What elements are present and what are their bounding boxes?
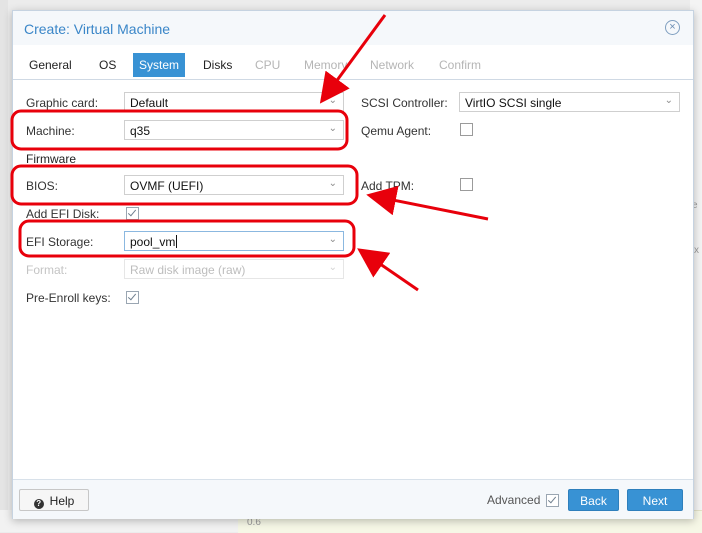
chevron-down-icon: ⌄ <box>328 262 337 273</box>
pre-enroll-keys-label: Pre-Enroll keys: <box>26 291 111 305</box>
create-vm-dialog: Create: Virtual Machine × General OS Sys… <box>12 10 694 519</box>
bios-select[interactable]: OVMF (UEFI) ⌄ <box>124 175 344 195</box>
help-button[interactable]: ? Help <box>19 489 89 511</box>
tab-system[interactable]: System <box>133 53 186 77</box>
chevron-down-icon[interactable]: ⌄ <box>329 123 337 134</box>
dialog-title: Create: Virtual Machine <box>24 21 171 37</box>
format-select: Raw disk image (raw) ⌄ <box>124 259 344 279</box>
chevron-down-icon[interactable]: ⌄ <box>329 178 337 189</box>
scsi-controller-select[interactable]: VirtIO SCSI single ⌄ <box>459 92 680 112</box>
tab-memory: Memory <box>304 58 348 72</box>
graphic-card-value: Default <box>130 96 169 110</box>
tab-os[interactable]: OS <box>93 54 122 76</box>
format-label: Format: <box>26 263 68 277</box>
advanced-label: Advanced <box>487 493 541 507</box>
dialog-titlebar: Create: Virtual Machine × <box>13 11 693 45</box>
next-button[interactable]: Next <box>627 489 683 511</box>
graphic-card-select[interactable]: Default ⌄ <box>124 92 344 112</box>
help-button-label: Help <box>49 494 75 508</box>
background-edge-letter: x <box>694 245 699 256</box>
machine-value: q35 <box>130 124 151 138</box>
add-tpm-checkbox[interactable] <box>460 178 473 191</box>
tab-cpu: CPU <box>255 58 281 72</box>
bios-label: BIOS: <box>26 179 59 193</box>
machine-select[interactable]: q35 ⌄ <box>124 120 344 140</box>
wizard-tabs: General OS System Disks CPU Memory Netwo… <box>13 45 693 80</box>
qemu-agent-label: Qemu Agent: <box>361 124 432 138</box>
efi-storage-select[interactable]: pool_vm ⌄ <box>124 231 344 251</box>
back-button[interactable]: Back <box>568 489 619 511</box>
chevron-down-icon[interactable]: ⌄ <box>665 95 673 106</box>
add-tpm-label: Add TPM: <box>361 179 415 193</box>
tab-disks[interactable]: Disks <box>197 54 238 76</box>
qemu-agent-checkbox[interactable] <box>460 123 473 136</box>
add-efi-disk-checkbox[interactable] <box>126 207 139 220</box>
bios-value: OVMF (UEFI) <box>130 179 204 193</box>
efi-storage-value: pool_vm <box>130 235 178 249</box>
dialog-footer: ? Help Advanced Back Next <box>13 479 693 519</box>
chevron-down-icon[interactable]: ⌄ <box>329 95 337 106</box>
scsi-controller-label: SCSI Controller: <box>361 96 448 110</box>
tab-network: Network <box>370 58 415 72</box>
advanced-checkbox[interactable] <box>546 494 559 507</box>
pre-enroll-keys-checkbox[interactable] <box>126 291 139 304</box>
machine-label: Machine: <box>26 124 75 138</box>
tab-confirm: Confirm <box>439 58 482 72</box>
add-efi-disk-label: Add EFI Disk: <box>26 207 100 221</box>
tab-general[interactable]: General <box>23 54 78 76</box>
close-icon[interactable]: × <box>665 20 680 35</box>
chevron-down-icon[interactable]: ⌄ <box>329 234 337 245</box>
question-circle-icon: ? <box>33 499 44 509</box>
background-left-panel <box>0 0 8 532</box>
firmware-heading: Firmware <box>26 152 76 166</box>
efi-storage-label: EFI Storage: <box>26 235 94 249</box>
graphic-card-label: Graphic card: <box>26 96 99 110</box>
scsi-controller-value: VirtIO SCSI single <box>465 96 562 110</box>
format-value: Raw disk image (raw) <box>130 263 246 277</box>
